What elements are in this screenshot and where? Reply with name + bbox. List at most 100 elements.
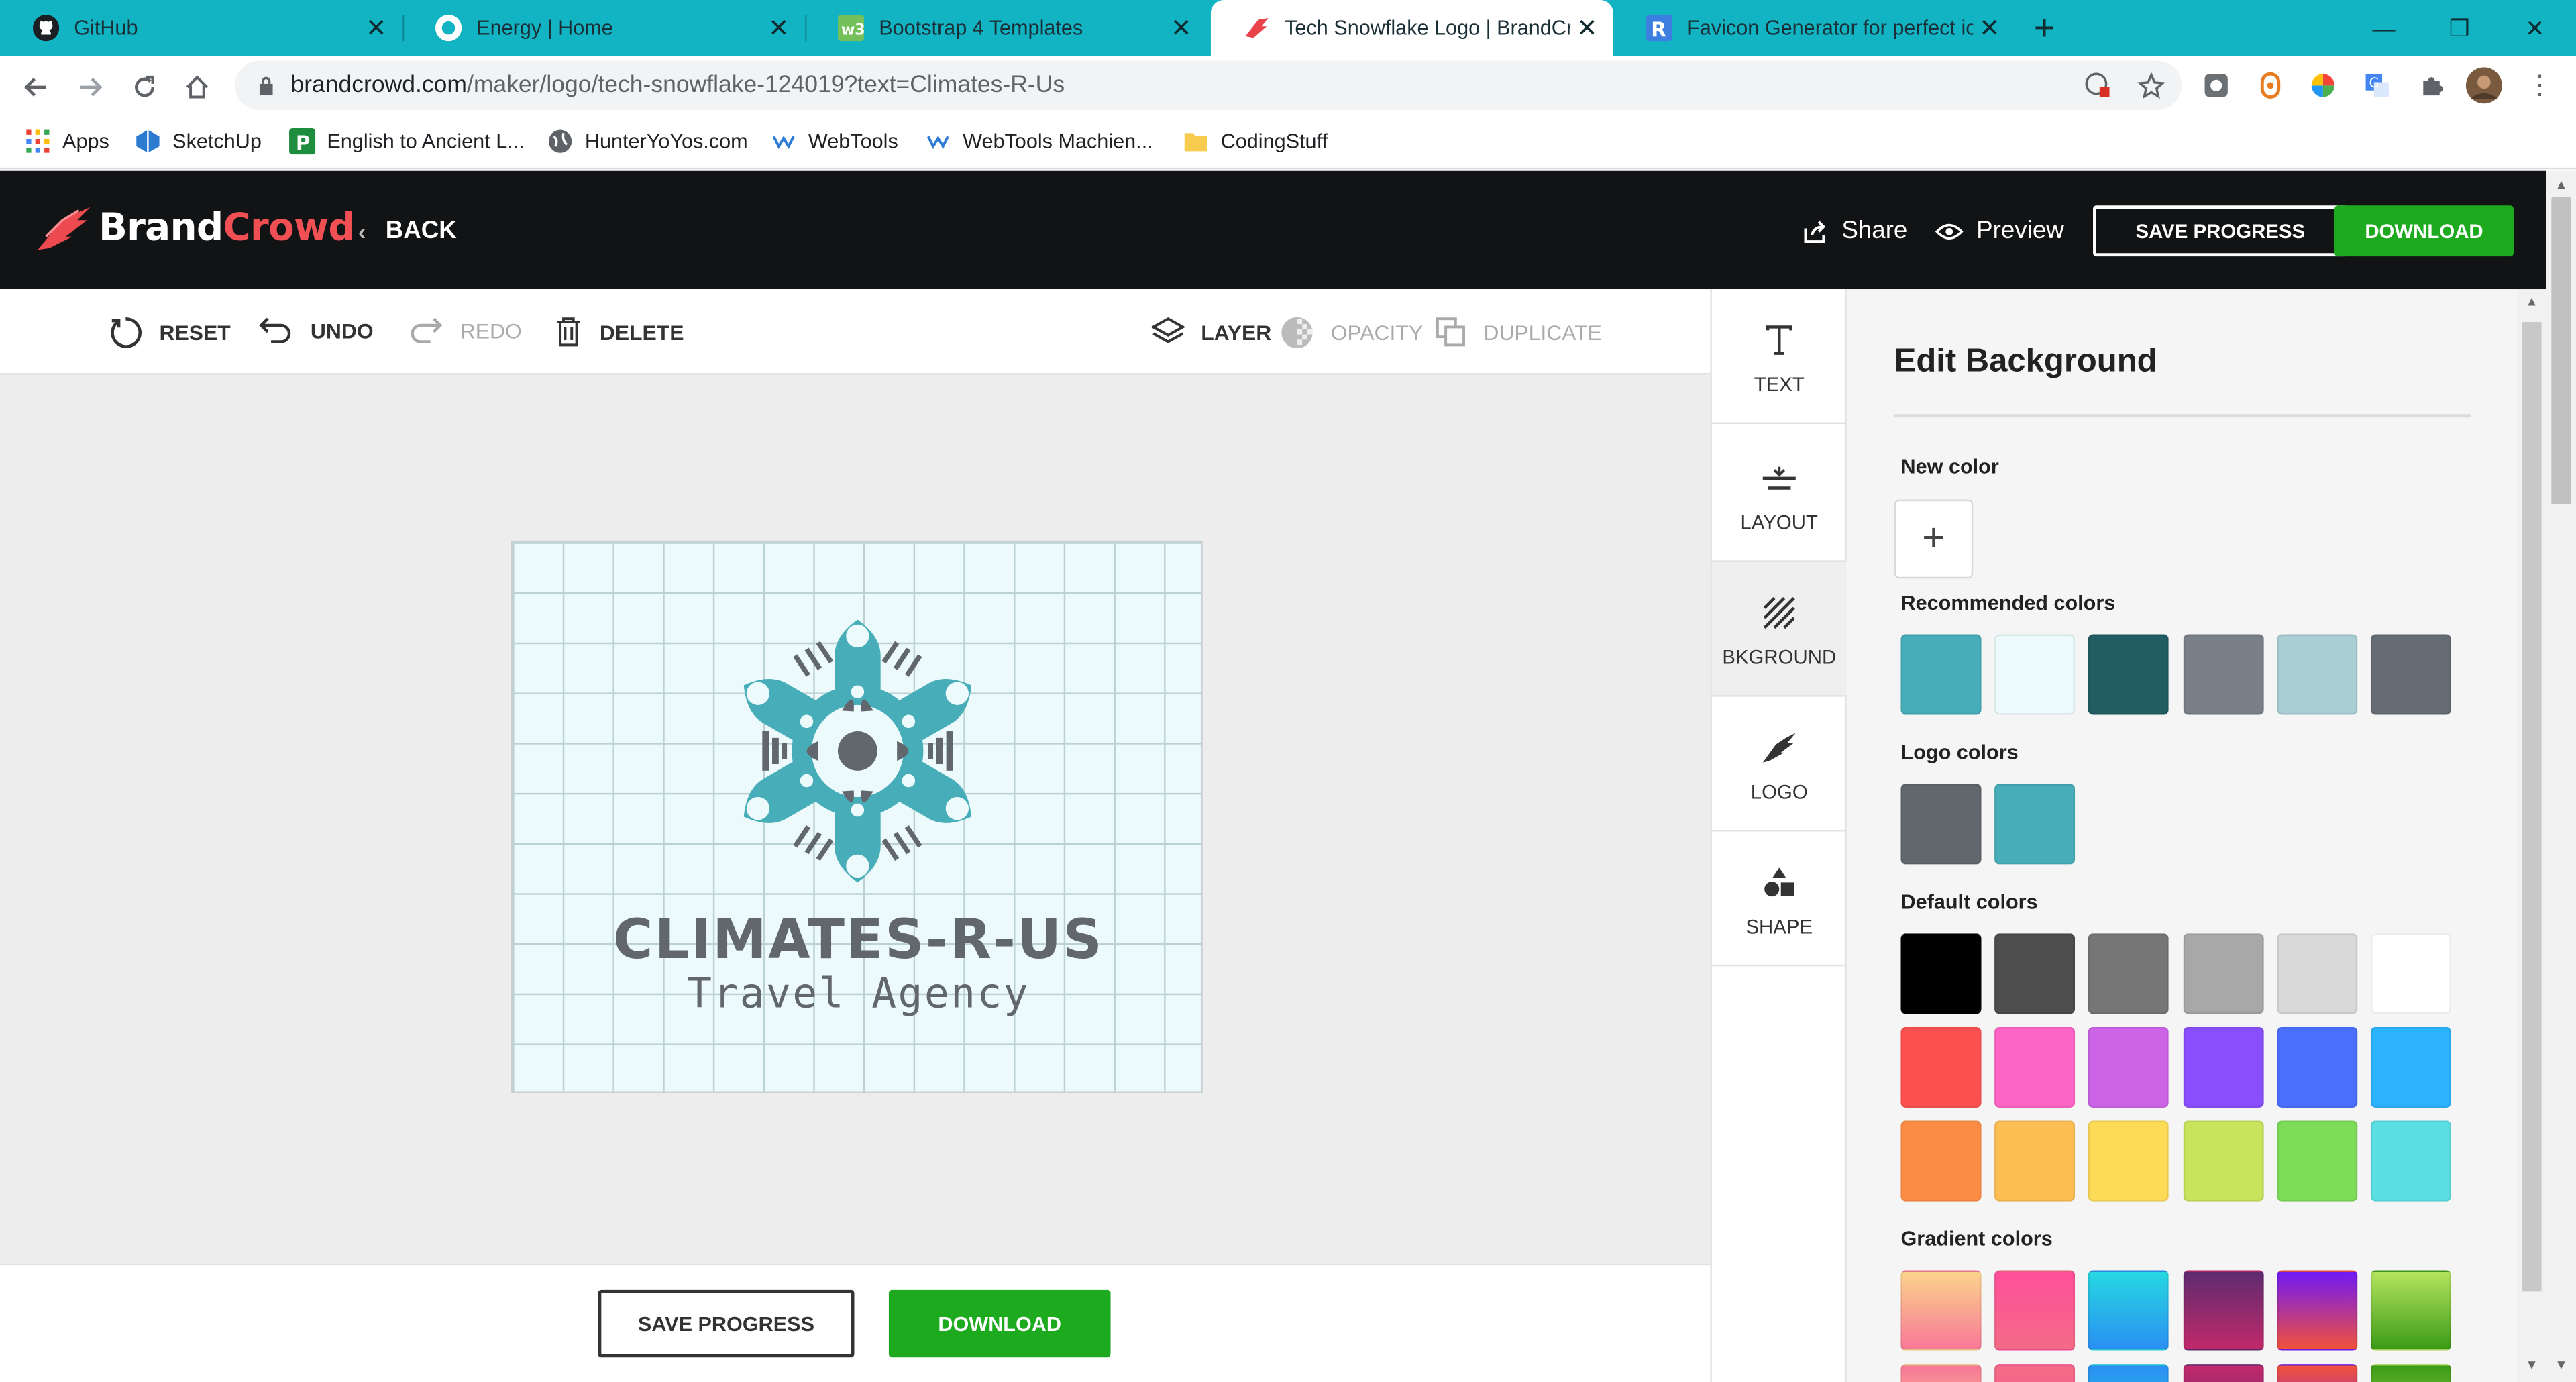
color-swatch[interactable] <box>2182 933 2263 1014</box>
save-progress-button[interactable]: SAVE PROGRESS <box>2093 205 2348 257</box>
reset-button[interactable]: RESET <box>109 315 231 350</box>
color-wheel-icon[interactable] <box>2305 67 2341 103</box>
gradient-swatch[interactable] <box>2182 1364 2263 1382</box>
blocked-popup-icon[interactable] <box>2080 67 2116 103</box>
close-icon[interactable]: ✕ <box>360 13 392 43</box>
gradient-swatch[interactable] <box>2276 1364 2357 1382</box>
color-swatch[interactable] <box>2276 634 2357 715</box>
color-swatch[interactable] <box>1900 634 1982 715</box>
close-icon[interactable]: ✕ <box>1165 13 1197 43</box>
window-close-button[interactable]: ✕ <box>2497 0 2573 56</box>
logo-artboard[interactable]: CLIMATES-R-US Travel Agency <box>511 540 1204 1093</box>
color-swatch[interactable] <box>1900 784 1982 865</box>
reload-icon[interactable] <box>123 66 166 109</box>
panel-scroll-thumb[interactable] <box>2522 322 2542 1292</box>
rail-item-background[interactable]: BKGROUND <box>1711 562 1847 697</box>
color-swatch[interactable] <box>2182 1026 2263 1108</box>
restore-button[interactable]: ❐ <box>2422 0 2498 56</box>
save-progress-button-bottom[interactable]: SAVE PROGRESS <box>598 1289 855 1358</box>
color-swatch[interactable] <box>1994 933 2076 1014</box>
gradient-swatch[interactable] <box>2182 1270 2263 1351</box>
new-tab-button[interactable]: + <box>2034 7 2055 50</box>
star-icon[interactable] <box>2133 67 2169 103</box>
bookmark-apps[interactable]: Apps <box>25 127 109 156</box>
home-icon[interactable] <box>176 66 219 109</box>
rail-item-layout[interactable]: LAYOUT <box>1711 427 1847 562</box>
back-arrow-icon[interactable] <box>15 66 58 109</box>
design-canvas[interactable]: CLIMATES-R-US Travel Agency <box>0 374 1711 1264</box>
bookmark-sketchup[interactable]: SketchUp <box>135 127 262 156</box>
minimize-button[interactable]: — <box>2346 0 2422 56</box>
download-button[interactable]: DOWNLOAD <box>2334 205 2514 257</box>
tab-brandcrowd[interactable]: Tech Snowflake Logo | BrandCrowd ✕ <box>1210 0 1613 56</box>
scroll-up-arrow-icon[interactable]: ▲ <box>2517 294 2546 309</box>
color-swatch[interactable] <box>2276 1026 2357 1108</box>
color-swatch[interactable] <box>1994 1026 2076 1108</box>
color-swatch[interactable] <box>2088 1120 2169 1202</box>
delete-button[interactable]: DELETE <box>553 315 684 348</box>
color-swatch[interactable] <box>2370 933 2451 1014</box>
scroll-up-arrow-icon[interactable]: ▲ <box>2546 178 2576 193</box>
color-swatch[interactable] <box>1994 634 2076 715</box>
color-swatch[interactable] <box>2276 933 2357 1014</box>
redo-button[interactable]: REDO <box>407 315 522 345</box>
preview-button[interactable]: Preview <box>1935 217 2064 245</box>
add-color-button[interactable]: + <box>1894 499 1974 579</box>
layer-button[interactable]: LAYER <box>1151 315 1271 348</box>
scroll-down-arrow-icon[interactable]: ▼ <box>2517 1357 2546 1372</box>
tab-energy[interactable]: Energy | Home ✕ <box>402 0 805 56</box>
extension-orange-icon[interactable] <box>2253 67 2289 103</box>
color-swatch[interactable] <box>2182 634 2263 715</box>
color-swatch[interactable] <box>1994 1120 2076 1202</box>
color-swatch[interactable] <box>1900 933 1982 1014</box>
rail-item-text[interactable]: TEXT <box>1711 289 1847 424</box>
rail-item-shape[interactable]: SHAPE <box>1711 831 1847 967</box>
scroll-down-arrow-icon[interactable]: ▼ <box>2546 1357 2576 1372</box>
gradient-swatch[interactable] <box>2276 1270 2357 1351</box>
page-scrollbar[interactable]: ▲ ▼ <box>2546 170 2576 1382</box>
tab-bootstrap[interactable]: w3 Bootstrap 4 Templates ✕ <box>805 0 1208 56</box>
bookmark-webtools[interactable]: WebTools <box>771 127 898 156</box>
logo-title-text[interactable]: CLIMATES-R-US <box>513 907 1204 971</box>
rail-item-logo[interactable]: LOGO <box>1711 697 1847 832</box>
gradient-swatch[interactable] <box>1994 1270 2076 1351</box>
color-swatch[interactable] <box>2088 634 2169 715</box>
panel-scrollbar[interactable]: ▲ ▼ <box>2516 289 2546 1382</box>
translate-icon[interactable]: G <box>2359 67 2396 103</box>
color-swatch[interactable] <box>2088 1026 2169 1108</box>
close-icon[interactable]: ✕ <box>1570 13 1603 43</box>
gradient-swatch[interactable] <box>2088 1364 2169 1382</box>
color-swatch[interactable] <box>1900 1120 1982 1202</box>
brandcrowd-logo[interactable]: BrandCrowd <box>36 204 356 253</box>
bookmark-english-ancient[interactable]: P English to Ancient L... <box>289 127 525 156</box>
gradient-swatch[interactable] <box>1994 1364 2076 1382</box>
extension-square-icon[interactable] <box>2198 67 2235 103</box>
color-swatch[interactable] <box>2088 933 2169 1014</box>
color-swatch[interactable] <box>2276 1120 2357 1202</box>
color-swatch[interactable] <box>2370 634 2451 715</box>
color-swatch[interactable] <box>1900 1026 1982 1108</box>
duplicate-button[interactable]: DUPLICATE <box>1434 315 1602 348</box>
forward-arrow-icon[interactable] <box>69 66 112 109</box>
gradient-swatch[interactable] <box>2370 1364 2451 1382</box>
logo-subtitle-text[interactable]: Travel Agency <box>513 969 1204 1017</box>
bookmark-codingstuff[interactable]: CodingStuff <box>1183 127 1328 156</box>
undo-button[interactable]: UNDO <box>258 315 374 345</box>
address-bar[interactable]: brandcrowd.com/maker/logo/tech-snowflake… <box>235 60 2182 111</box>
menu-kebab-icon[interactable]: ⋮ <box>2522 67 2558 103</box>
close-icon[interactable]: ✕ <box>762 13 795 43</box>
download-button-bottom[interactable]: DOWNLOAD <box>888 1289 1111 1358</box>
snowflake-logo-icon[interactable] <box>733 611 983 890</box>
color-swatch[interactable] <box>2182 1120 2263 1202</box>
color-swatch[interactable] <box>1994 784 2076 865</box>
tab-github[interactable]: GitHub ✕ <box>0 0 402 56</box>
tab-favicon[interactable]: R Favicon Generator for perfect icons ✕ <box>1613 0 2016 56</box>
bookmark-hunteryoyos[interactable]: HunterYoYos.com <box>547 127 748 156</box>
puzzle-icon[interactable] <box>2414 67 2450 103</box>
color-swatch[interactable] <box>2370 1120 2451 1202</box>
gradient-swatch[interactable] <box>1900 1270 1982 1351</box>
opacity-button[interactable]: OPACITY <box>1280 315 1423 350</box>
gradient-swatch[interactable] <box>2370 1270 2451 1351</box>
gradient-swatch[interactable] <box>2088 1270 2169 1351</box>
page-scroll-thumb[interactable] <box>2551 197 2571 504</box>
